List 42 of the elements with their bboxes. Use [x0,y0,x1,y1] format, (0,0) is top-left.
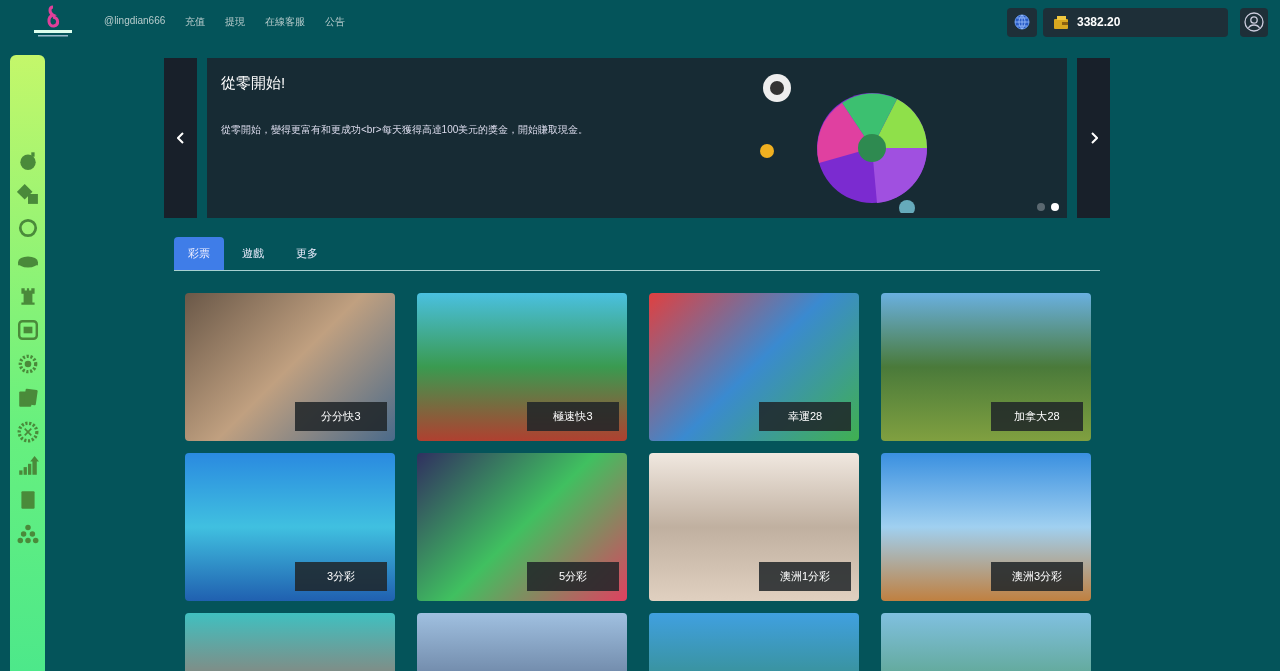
game-title: 分分快3 [295,402,387,431]
game-card[interactable]: 極速快3 [417,293,627,441]
game-title: 極速快3 [527,402,619,431]
gear-icon[interactable] [16,353,39,375]
game-card[interactable]: 加拿大28 [881,293,1091,441]
globe-icon[interactable] [1007,7,1037,37]
nav-link[interactable]: 提現 [225,15,246,29]
nav-link[interactable]: 充值 [185,15,206,29]
nav-link[interactable]: 公告 [325,15,346,29]
user-icon[interactable] [1240,7,1268,37]
tab[interactable]: 遊戲 [228,237,278,270]
tab[interactable]: 彩票 [174,237,224,270]
tile-icon[interactable] [16,319,39,341]
game-title: 加拿大28 [991,402,1083,431]
game-card[interactable]: 分分快3 [185,293,395,441]
pager-dot[interactable] [1051,203,1059,211]
game-card[interactable]: 幸運28 [649,293,859,441]
game-title: 3分彩 [295,562,387,591]
game-card[interactable]: 3分彩 [185,453,395,601]
chart-icon[interactable] [16,455,39,477]
game-title: 5分彩 [527,562,619,591]
cards-icon[interactable] [16,387,39,409]
game-card[interactable]: 澳洲1分彩 [649,453,859,601]
chip-icon[interactable] [16,421,39,443]
wallet-icon [1053,15,1069,29]
banner-title: 從零開始! [221,74,287,93]
banner-text: 從零開始，變得更富有和更成功<br>每天獲得高達100美元的獎金，開始賺取現金。 [221,123,590,137]
nav-link[interactable]: 在線客服 [265,15,306,29]
game-card[interactable]: 5分彩 [417,453,627,601]
tab[interactable]: 更多 [282,237,332,270]
game-title: 幸運28 [759,402,851,431]
dots-icon[interactable] [16,523,39,545]
ring-icon[interactable] [16,217,39,239]
dice-icon[interactable] [16,183,39,205]
balance-amount: 3382.20 [1077,15,1121,29]
username-link[interactable]: @lingdian666 [104,15,166,29]
game-title: 澳洲1分彩 [759,562,851,591]
pager-dot[interactable] [1037,203,1045,211]
chevron-right-icon [1089,132,1098,144]
game-card[interactable]: 澳洲3分彩 [881,453,1091,601]
game-title: 澳洲3分彩 [991,562,1083,591]
chevron-left-icon [176,132,185,144]
